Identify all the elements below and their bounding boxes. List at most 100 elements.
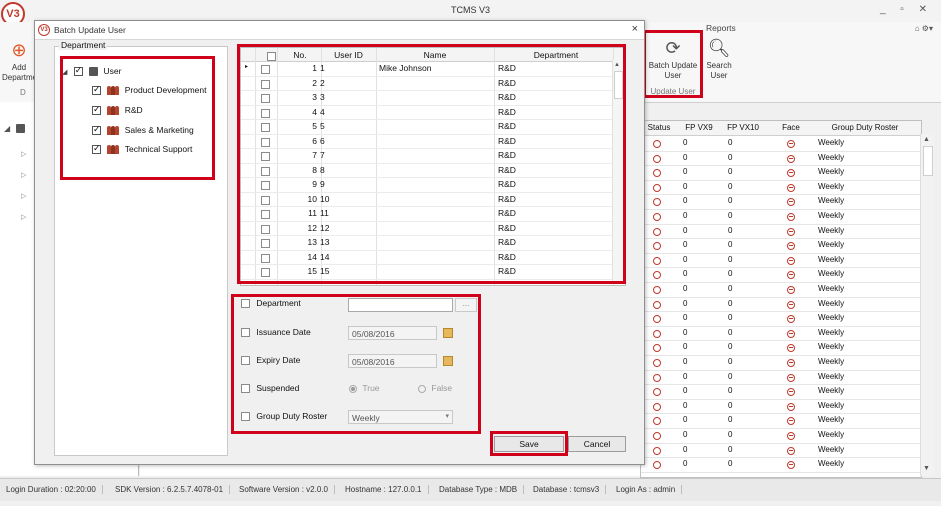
cell-roster: Weekly	[818, 152, 845, 162]
cell-fp-vx9: 0	[683, 152, 688, 162]
cell-fp-vx10: 0	[728, 371, 733, 381]
table-row[interactable]: 0 0 Weekly	[641, 413, 921, 429]
cell-fp-vx10: 0	[728, 400, 733, 410]
main-grid-scrollbar[interactable]: ▲ ▼	[920, 134, 934, 476]
cell-fp-vx9: 0	[683, 430, 688, 439]
table-row[interactable]: 0 0 Weekly	[641, 311, 921, 327]
cell-fp-vx9: 0	[683, 357, 688, 366]
dialog-title: Batch Update User	[54, 25, 126, 35]
cell-fp-vx10: 0	[728, 459, 733, 469]
tree-collapsed-nodes[interactable]: ▷ ▷ ▷ ▷	[21, 144, 26, 228]
app-title: TCMS V3	[450, 5, 490, 15]
cell-fp-vx10: 0	[728, 240, 733, 250]
cell-roster: Weekly	[818, 313, 845, 323]
table-row[interactable]: 0 0 Weekly	[641, 238, 921, 254]
cell-fp-vx9: 0	[683, 313, 688, 323]
status-login-as: Login As : admin	[616, 485, 683, 494]
table-row[interactable]: 0 0 Weekly	[641, 194, 921, 210]
cell-fp-vx10: 0	[728, 167, 733, 177]
main-user-grid: Status FP VX9 FP VX10 Face Group Duty Ro…	[640, 120, 922, 478]
table-row[interactable]: 0 0 Weekly	[641, 209, 921, 225]
search-user-label: Search User	[706, 61, 732, 80]
cell-fp-vx10: 0	[728, 138, 733, 147]
add-department-button[interactable]: ⊕ Add Department	[2, 40, 44, 83]
cell-roster: Weekly	[818, 240, 845, 250]
dialog-titlebar: V3 Batch Update User ×	[35, 21, 644, 40]
cell-roster: Weekly	[818, 444, 845, 454]
cell-fp-vx10: 0	[728, 342, 733, 352]
dialog-logo-icon: V3	[38, 24, 50, 36]
batch-update-dialog: V3 Batch Update User × Department ◢ User…	[34, 20, 645, 465]
cancel-button[interactable]: Cancel	[568, 436, 626, 452]
search-user-button[interactable]: 🔍︎ Search User	[704, 38, 734, 81]
cell-fp-vx10: 0	[728, 269, 733, 279]
cell-fp-vx10: 0	[728, 313, 733, 323]
cell-roster: Weekly	[818, 386, 845, 396]
table-row[interactable]: 0 0 Weekly	[641, 399, 921, 415]
tree-expand-icon[interactable]: ◢	[4, 124, 10, 133]
add-circle-icon: ⊕	[11, 40, 27, 60]
status-database: Database : tcmsv3	[533, 485, 607, 494]
status-software-version: Software Version : v2.0.0	[239, 485, 335, 494]
cell-fp-vx9: 0	[683, 240, 688, 250]
ribbon-right-icons[interactable]: ⌂ ⚙▾	[915, 24, 933, 33]
table-row[interactable]: 0 0 Weekly	[641, 326, 921, 342]
col-group-duty-roster[interactable]: Group Duty Roster	[815, 123, 915, 132]
table-row[interactable]: 0 0 Weekly	[641, 355, 921, 371]
cell-fp-vx10: 0	[728, 415, 733, 425]
table-row[interactable]: 0 0 Weekly	[641, 165, 921, 181]
table-row[interactable]: 0 0 Weekly	[641, 151, 921, 167]
batch-update-user-button[interactable]: ⟳ Batch Update User	[646, 38, 700, 81]
cell-roster: Weekly	[818, 430, 845, 439]
cell-fp-vx9: 0	[683, 298, 688, 308]
reports-tab[interactable]: Reports	[706, 23, 736, 33]
cell-roster: Weekly	[818, 138, 845, 147]
cell-fp-vx10: 0	[728, 430, 733, 439]
table-row[interactable]: 0 0 Weekly	[641, 457, 921, 473]
cell-fp-vx9: 0	[683, 459, 688, 469]
table-row[interactable]: 0 0 Weekly	[641, 253, 921, 269]
status-hostname: Hostname : 127.0.0.1	[345, 485, 429, 494]
col-face[interactable]: Face	[771, 123, 811, 132]
cell-roster: Weekly	[818, 415, 845, 425]
table-row[interactable]: 0 0 Weekly	[641, 180, 921, 196]
cell-fp-vx10: 0	[728, 196, 733, 206]
cell-roster: Weekly	[818, 211, 845, 220]
table-row[interactable]: 0 0 Weekly	[641, 297, 921, 313]
update-user-group-label: Update User	[650, 87, 696, 96]
scroll-thumb[interactable]	[923, 146, 933, 176]
tree-root-user-icon	[16, 123, 25, 134]
cell-fp-vx10: 0	[728, 254, 733, 264]
table-row[interactable]: 0 0 Weekly	[641, 282, 921, 298]
table-row[interactable]: 0 0 Weekly	[641, 224, 921, 240]
table-row[interactable]: 0 0 Weekly	[641, 267, 921, 283]
window-controls[interactable]: _ ▫ ✕	[880, 4, 933, 15]
cell-fp-vx10: 0	[728, 284, 733, 293]
table-row[interactable]: 0 0 Weekly	[641, 136, 921, 152]
scroll-up-icon[interactable]: ▲	[923, 136, 930, 143]
search-icon: 🔍︎	[707, 38, 731, 58]
cell-fp-vx9: 0	[683, 327, 688, 337]
table-row[interactable]: 0 0 Weekly	[641, 370, 921, 386]
table-row[interactable]: 0 0 Weekly	[641, 428, 921, 444]
form-highlight	[231, 294, 481, 434]
cell-fp-vx9: 0	[683, 415, 688, 425]
tree-highlight	[60, 56, 215, 180]
table-row[interactable]: 0 0 Weekly	[641, 340, 921, 356]
scroll-down-icon[interactable]: ▼	[923, 465, 930, 472]
cell-roster: Weekly	[818, 254, 845, 264]
table-row[interactable]: 0 0 Weekly	[641, 443, 921, 459]
cell-fp-vx9: 0	[683, 211, 688, 220]
col-status[interactable]: Status	[643, 123, 675, 132]
cell-roster: Weekly	[818, 342, 845, 352]
cell-roster: Weekly	[818, 400, 845, 410]
cell-fp-vx9: 0	[683, 138, 688, 147]
col-fp-vx10[interactable]: FP VX10	[723, 123, 763, 132]
save-highlight	[490, 431, 568, 456]
cell-roster: Weekly	[818, 225, 845, 235]
close-icon[interactable]: ×	[632, 23, 638, 35]
status-login-duration: Login Duration : 02:20:00	[6, 485, 103, 494]
table-row[interactable]: 0 0 Weekly	[641, 384, 921, 400]
cell-roster: Weekly	[818, 298, 845, 308]
col-fp-vx9[interactable]: FP VX9	[679, 123, 719, 132]
